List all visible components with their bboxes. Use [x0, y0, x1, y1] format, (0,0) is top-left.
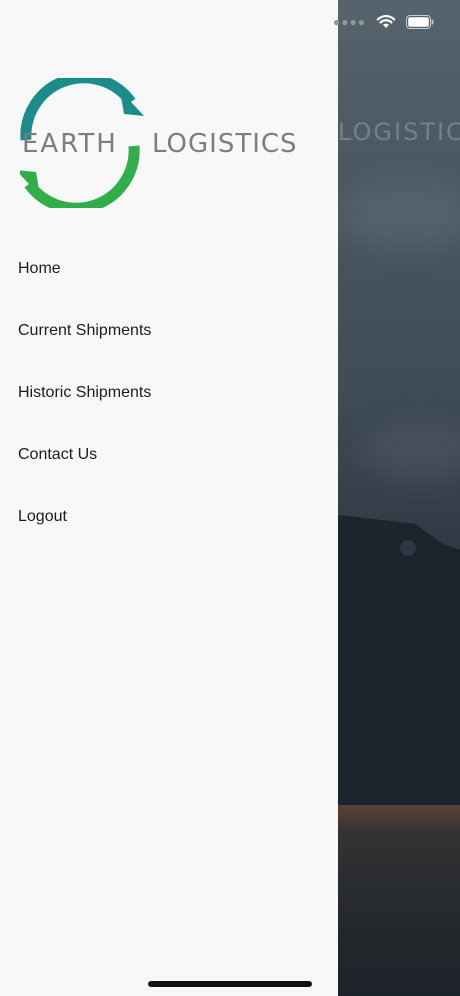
logo-word-earth: EARTH [22, 129, 118, 159]
earth-logistics-logo: EARTH LOGISTICS [20, 78, 298, 208]
menu-item-current-shipments[interactable]: Current Shipments [0, 300, 338, 362]
navigation-drawer: EARTH LOGISTICS Home Current Shipments H… [0, 0, 338, 996]
menu-item-historic-shipments[interactable]: Historic Shipments [0, 362, 338, 424]
menu-item-logout[interactable]: Logout [0, 486, 338, 548]
home-indicator[interactable] [148, 981, 312, 987]
background-cloud [338, 180, 460, 250]
background-cloud [360, 420, 460, 480]
status-icons: ●●●● [333, 14, 434, 29]
drawer-menu: Home Current Shipments Historic Shipment… [0, 238, 338, 548]
wifi-icon [376, 14, 396, 29]
status-bar: ●●●● [0, 0, 460, 50]
battery-icon [406, 14, 434, 29]
background-ship [338, 515, 460, 805]
background-ship-window [400, 540, 416, 556]
background-logo-text: LOGISTICS [338, 118, 460, 146]
signal-dots-icon: ●●●● [333, 14, 366, 29]
logo-word-logistics: LOGISTICS [152, 129, 298, 159]
menu-item-home[interactable]: Home [0, 238, 338, 300]
menu-item-contact-us[interactable]: Contact Us [0, 424, 338, 486]
